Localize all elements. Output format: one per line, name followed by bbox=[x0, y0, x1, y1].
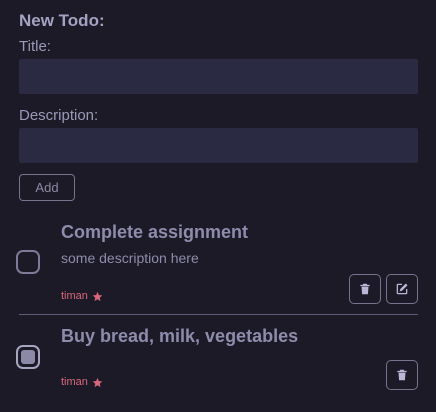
delete-button[interactable] bbox=[349, 274, 381, 304]
author-name: timan bbox=[61, 290, 88, 302]
todo-author: timan bbox=[61, 376, 103, 388]
title-input[interactable] bbox=[19, 59, 418, 94]
todo-item: Buy bread, milk, vegetables timan bbox=[0, 315, 436, 412]
todo-checkbox-checked[interactable] bbox=[16, 345, 40, 369]
todo-title: Buy bread, milk, vegetables bbox=[61, 326, 299, 346]
add-button[interactable]: Add bbox=[19, 174, 75, 201]
description-input[interactable] bbox=[19, 128, 418, 163]
todo-author: timan bbox=[61, 290, 103, 302]
todo-checkbox[interactable] bbox=[16, 250, 40, 274]
form-heading: New Todo: bbox=[19, 11, 105, 30]
star-icon bbox=[92, 377, 103, 387]
trash-icon bbox=[397, 369, 407, 381]
new-todo-form: New Todo: Title: Description: Add bbox=[19, 10, 418, 201]
todo-description: some description here bbox=[61, 250, 199, 266]
delete-button[interactable] bbox=[386, 360, 418, 390]
title-label: Title: bbox=[19, 38, 51, 55]
edit-button[interactable] bbox=[386, 274, 418, 304]
edit-icon bbox=[396, 283, 408, 295]
star-icon bbox=[92, 291, 103, 301]
todo-title: Complete assignment bbox=[61, 222, 249, 242]
checkbox-fill bbox=[21, 350, 35, 364]
trash-icon bbox=[360, 283, 370, 295]
description-label: Description: bbox=[19, 107, 99, 124]
todo-item: Complete assignment some description her… bbox=[0, 214, 436, 315]
author-name: timan bbox=[61, 376, 88, 388]
